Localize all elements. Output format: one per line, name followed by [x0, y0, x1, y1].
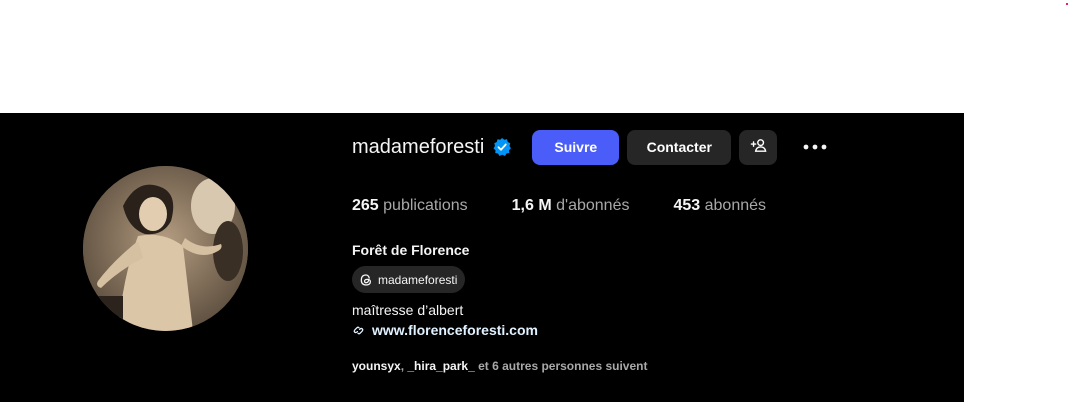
- more-options-icon[interactable]: [801, 133, 829, 161]
- following-label: abonnés: [704, 197, 767, 214]
- following-count: 453: [673, 197, 701, 214]
- profile-website: www.florenceforesti.com: [352, 322, 538, 338]
- link-icon: [352, 324, 365, 337]
- avatar-photo: [83, 166, 248, 331]
- profile-full-name: Forêt de Florence: [352, 242, 470, 258]
- corner-marker: [1066, 3, 1068, 5]
- profile-header-row: madameforesti Suivre Contacter: [352, 129, 829, 165]
- stat-following[interactable]: 453 abonnés: [673, 197, 766, 215]
- suggested-accounts-button[interactable]: [739, 129, 778, 165]
- page-top-blank: [0, 0, 1070, 113]
- profile-bio: maîtresse d’albert: [352, 302, 464, 318]
- profile-username: madameforesti: [352, 135, 485, 158]
- stat-posts: 265 publications: [352, 197, 468, 215]
- verified-badge-icon: [492, 137, 512, 157]
- followed-by-rest: et 6 autres personnes suivent: [474, 359, 648, 373]
- threads-logo-icon: [359, 273, 373, 287]
- posts-count: 265: [352, 197, 379, 214]
- website-link[interactable]: www.florenceforesti.com: [372, 322, 538, 338]
- profile-stats: 265 publications 1,6 M d'abonnés 453 abo…: [352, 197, 810, 215]
- followed-by[interactable]: younsyx, _hira_park_ et 6 autres personn…: [352, 359, 647, 373]
- threads-handle: madameforesti: [378, 272, 458, 287]
- posts-label: publications: [383, 197, 468, 214]
- stat-followers[interactable]: 1,6 M d'abonnés: [512, 197, 630, 215]
- follow-button[interactable]: Suivre: [532, 129, 620, 165]
- person-add-icon: [750, 137, 767, 157]
- profile-avatar[interactable]: [83, 166, 248, 331]
- profile-header: madameforesti Suivre Contacter 265 publi…: [0, 113, 964, 402]
- follower-user-1[interactable]: younsyx: [352, 359, 401, 373]
- followers-label: d'abonnés: [556, 197, 630, 214]
- threads-profile-link[interactable]: madameforesti: [352, 266, 466, 293]
- contact-button[interactable]: Contacter: [627, 129, 732, 165]
- follower-user-2[interactable]: _hira_park_: [407, 359, 474, 373]
- followers-count: 1,6 M: [511, 197, 552, 214]
